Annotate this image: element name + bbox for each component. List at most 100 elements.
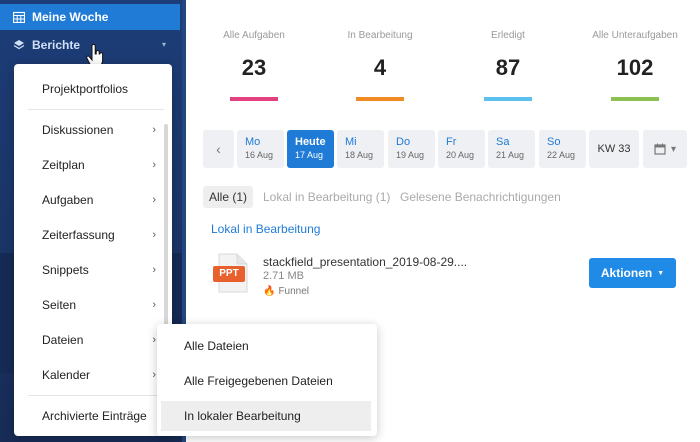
menu-item-label: Diskussionen <box>42 123 114 137</box>
file-tag-label: Funnel <box>278 286 310 297</box>
stat-value: 87 <box>495 55 521 80</box>
actions-label: Aktionen <box>600 266 653 280</box>
chevron-down-icon: ▾ <box>161 40 166 49</box>
berichte-dropdown-menu: Projektportfolios Diskussionen › Zeitplan… <box>14 64 172 436</box>
sidebar-item-meine-woche[interactable]: Meine Woche <box>0 4 180 30</box>
day-date: 17 Aug <box>295 150 324 160</box>
calendar-icon <box>654 143 666 155</box>
stat-label: In Bearbeitung <box>347 30 413 41</box>
menu-scrollbar[interactable] <box>164 124 168 334</box>
tab-alle[interactable]: Alle (1) <box>203 186 254 208</box>
actions-button[interactable]: Aktionen ▼ <box>589 258 676 288</box>
chevron-right-icon: › <box>152 369 156 381</box>
day-mo[interactable]: Mo 16 Aug <box>237 130 284 168</box>
stat-label: Alle Unteraufgaben <box>592 30 678 41</box>
menu-item-label: Dateien <box>42 333 84 347</box>
menu-item-diskussionen[interactable]: Diskussionen › <box>14 115 164 145</box>
calendar-picker-button[interactable]: ▾ <box>643 130 687 168</box>
menu-item-archivierte-eintraege[interactable]: Archivierte Einträge <box>14 401 164 431</box>
day-date: 22 Aug <box>547 150 576 160</box>
stat-color-bar <box>230 97 278 101</box>
menu-item-label: Seiten <box>42 298 77 312</box>
day-date: 20 Aug <box>446 150 475 160</box>
menu-item-zeitplan[interactable]: Zeitplan › <box>14 150 164 180</box>
day-name: Sa <box>496 136 510 148</box>
ppt-file-icon[interactable]: PPT <box>211 252 253 294</box>
section-title: Lokal in Bearbeitung <box>211 222 321 236</box>
day-name: Fr <box>446 136 457 148</box>
menu-item-dateien[interactable]: Dateien › <box>14 325 164 355</box>
stat-alle-aufgaben[interactable]: Alle Aufgaben 23 <box>189 30 319 101</box>
day-date: 19 Aug <box>396 150 425 160</box>
day-heute[interactable]: Heute 17 Aug <box>287 130 334 168</box>
menu-item-projektportfolios[interactable]: Projektportfolios <box>14 74 164 104</box>
chevron-right-icon: › <box>152 124 156 136</box>
menu-item-snippets[interactable]: Snippets › <box>14 255 164 285</box>
stat-color-bar <box>611 97 659 101</box>
day-name: Do <box>396 136 411 148</box>
menu-item-label: Aufgaben <box>42 193 94 207</box>
day-name: So <box>547 136 561 148</box>
stat-label: Erledigt <box>491 30 525 41</box>
menu-item-label: Archivierte Einträge <box>42 409 147 423</box>
file-size: 2.71 MB <box>263 270 304 282</box>
chevron-right-icon: › <box>152 299 156 311</box>
menu-item-aufgaben[interactable]: Aufgaben › <box>14 185 164 215</box>
file-type-label: PPT <box>219 268 239 279</box>
day-name: Mo <box>245 136 261 148</box>
chevron-down-icon: ▼ <box>657 269 665 277</box>
calendar-grid-icon <box>12 10 26 24</box>
submenu-item-alle-dateien[interactable]: Alle Dateien <box>161 331 371 361</box>
stat-color-bar <box>356 97 404 101</box>
dateien-submenu: Alle Dateien Alle Freigegebenen Dateien … <box>157 324 377 436</box>
menu-item-label: Kalender <box>42 368 91 382</box>
menu-item-seiten[interactable]: Seiten › <box>14 290 164 320</box>
stat-alle-unteraufgaben[interactable]: Alle Unteraufgaben 102 <box>570 30 700 101</box>
stat-value: 102 <box>616 55 654 80</box>
chevron-right-icon: › <box>152 264 156 276</box>
day-mi[interactable]: Mi 18 Aug <box>337 130 384 168</box>
day-date: 18 Aug <box>345 150 374 160</box>
page-edge <box>690 0 700 442</box>
day-date: 16 Aug <box>245 150 274 160</box>
menu-divider <box>28 395 164 396</box>
submenu-item-alle-freigegebenen-dateien[interactable]: Alle Freigegebenen Dateien <box>161 366 371 396</box>
stat-in-bearbeitung[interactable]: In Bearbeitung 4 <box>315 30 445 101</box>
day-so[interactable]: So 22 Aug <box>539 130 586 168</box>
stat-label: Alle Aufgaben <box>223 30 285 41</box>
flame-icon: 🔥 <box>263 286 276 297</box>
stat-value: 23 <box>241 55 267 80</box>
sidebar-item-label: Berichte <box>32 38 81 52</box>
stat-erledigt[interactable]: Erledigt 87 <box>443 30 573 101</box>
menu-item-label: Snippets <box>42 263 89 277</box>
stat-value: 4 <box>373 55 387 80</box>
day-do[interactable]: Do 19 Aug <box>388 130 435 168</box>
sidebar-item-label: Meine Woche <box>32 10 109 24</box>
file-tag[interactable]: 🔥 Funnel <box>263 286 309 297</box>
menu-item-label: Zeitplan <box>42 158 85 172</box>
menu-item-kalender[interactable]: Kalender › <box>14 360 164 390</box>
tab-gelesene-benachrichtigungen[interactable]: Gelesene Benachrichtigungen <box>400 186 561 208</box>
layers-icon <box>12 38 26 52</box>
chevron-down-icon: ▾ <box>670 143 677 155</box>
chevron-right-icon: › <box>152 229 156 241</box>
week-number-button[interactable]: KW 33 <box>589 130 639 168</box>
chevron-right-icon: › <box>152 334 156 346</box>
day-name: Heute <box>295 136 326 148</box>
menu-item-label: Zeiterfassung <box>42 228 115 242</box>
chevron-left-icon: ‹ <box>216 141 221 157</box>
day-name: Mi <box>345 136 357 148</box>
chevron-right-icon: › <box>152 194 156 206</box>
previous-week-button[interactable]: ‹ <box>203 130 234 168</box>
day-fr[interactable]: Fr 20 Aug <box>438 130 485 168</box>
day-sa[interactable]: Sa 21 Aug <box>488 130 535 168</box>
chevron-right-icon: › <box>152 159 156 171</box>
day-date: 21 Aug <box>496 150 525 160</box>
menu-divider <box>28 109 164 110</box>
menu-item-zeiterfassung[interactable]: Zeiterfassung › <box>14 220 164 250</box>
file-name-link[interactable]: stackfield_presentation_2019-08-29.... <box>263 255 467 269</box>
menu-item-label: Projektportfolios <box>42 82 129 96</box>
submenu-item-in-lokaler-bearbeitung[interactable]: In lokaler Bearbeitung <box>161 401 371 431</box>
tab-lokal-in-bearbeitung[interactable]: Lokal in Bearbeitung (1) <box>263 186 390 208</box>
stat-color-bar <box>484 97 532 101</box>
